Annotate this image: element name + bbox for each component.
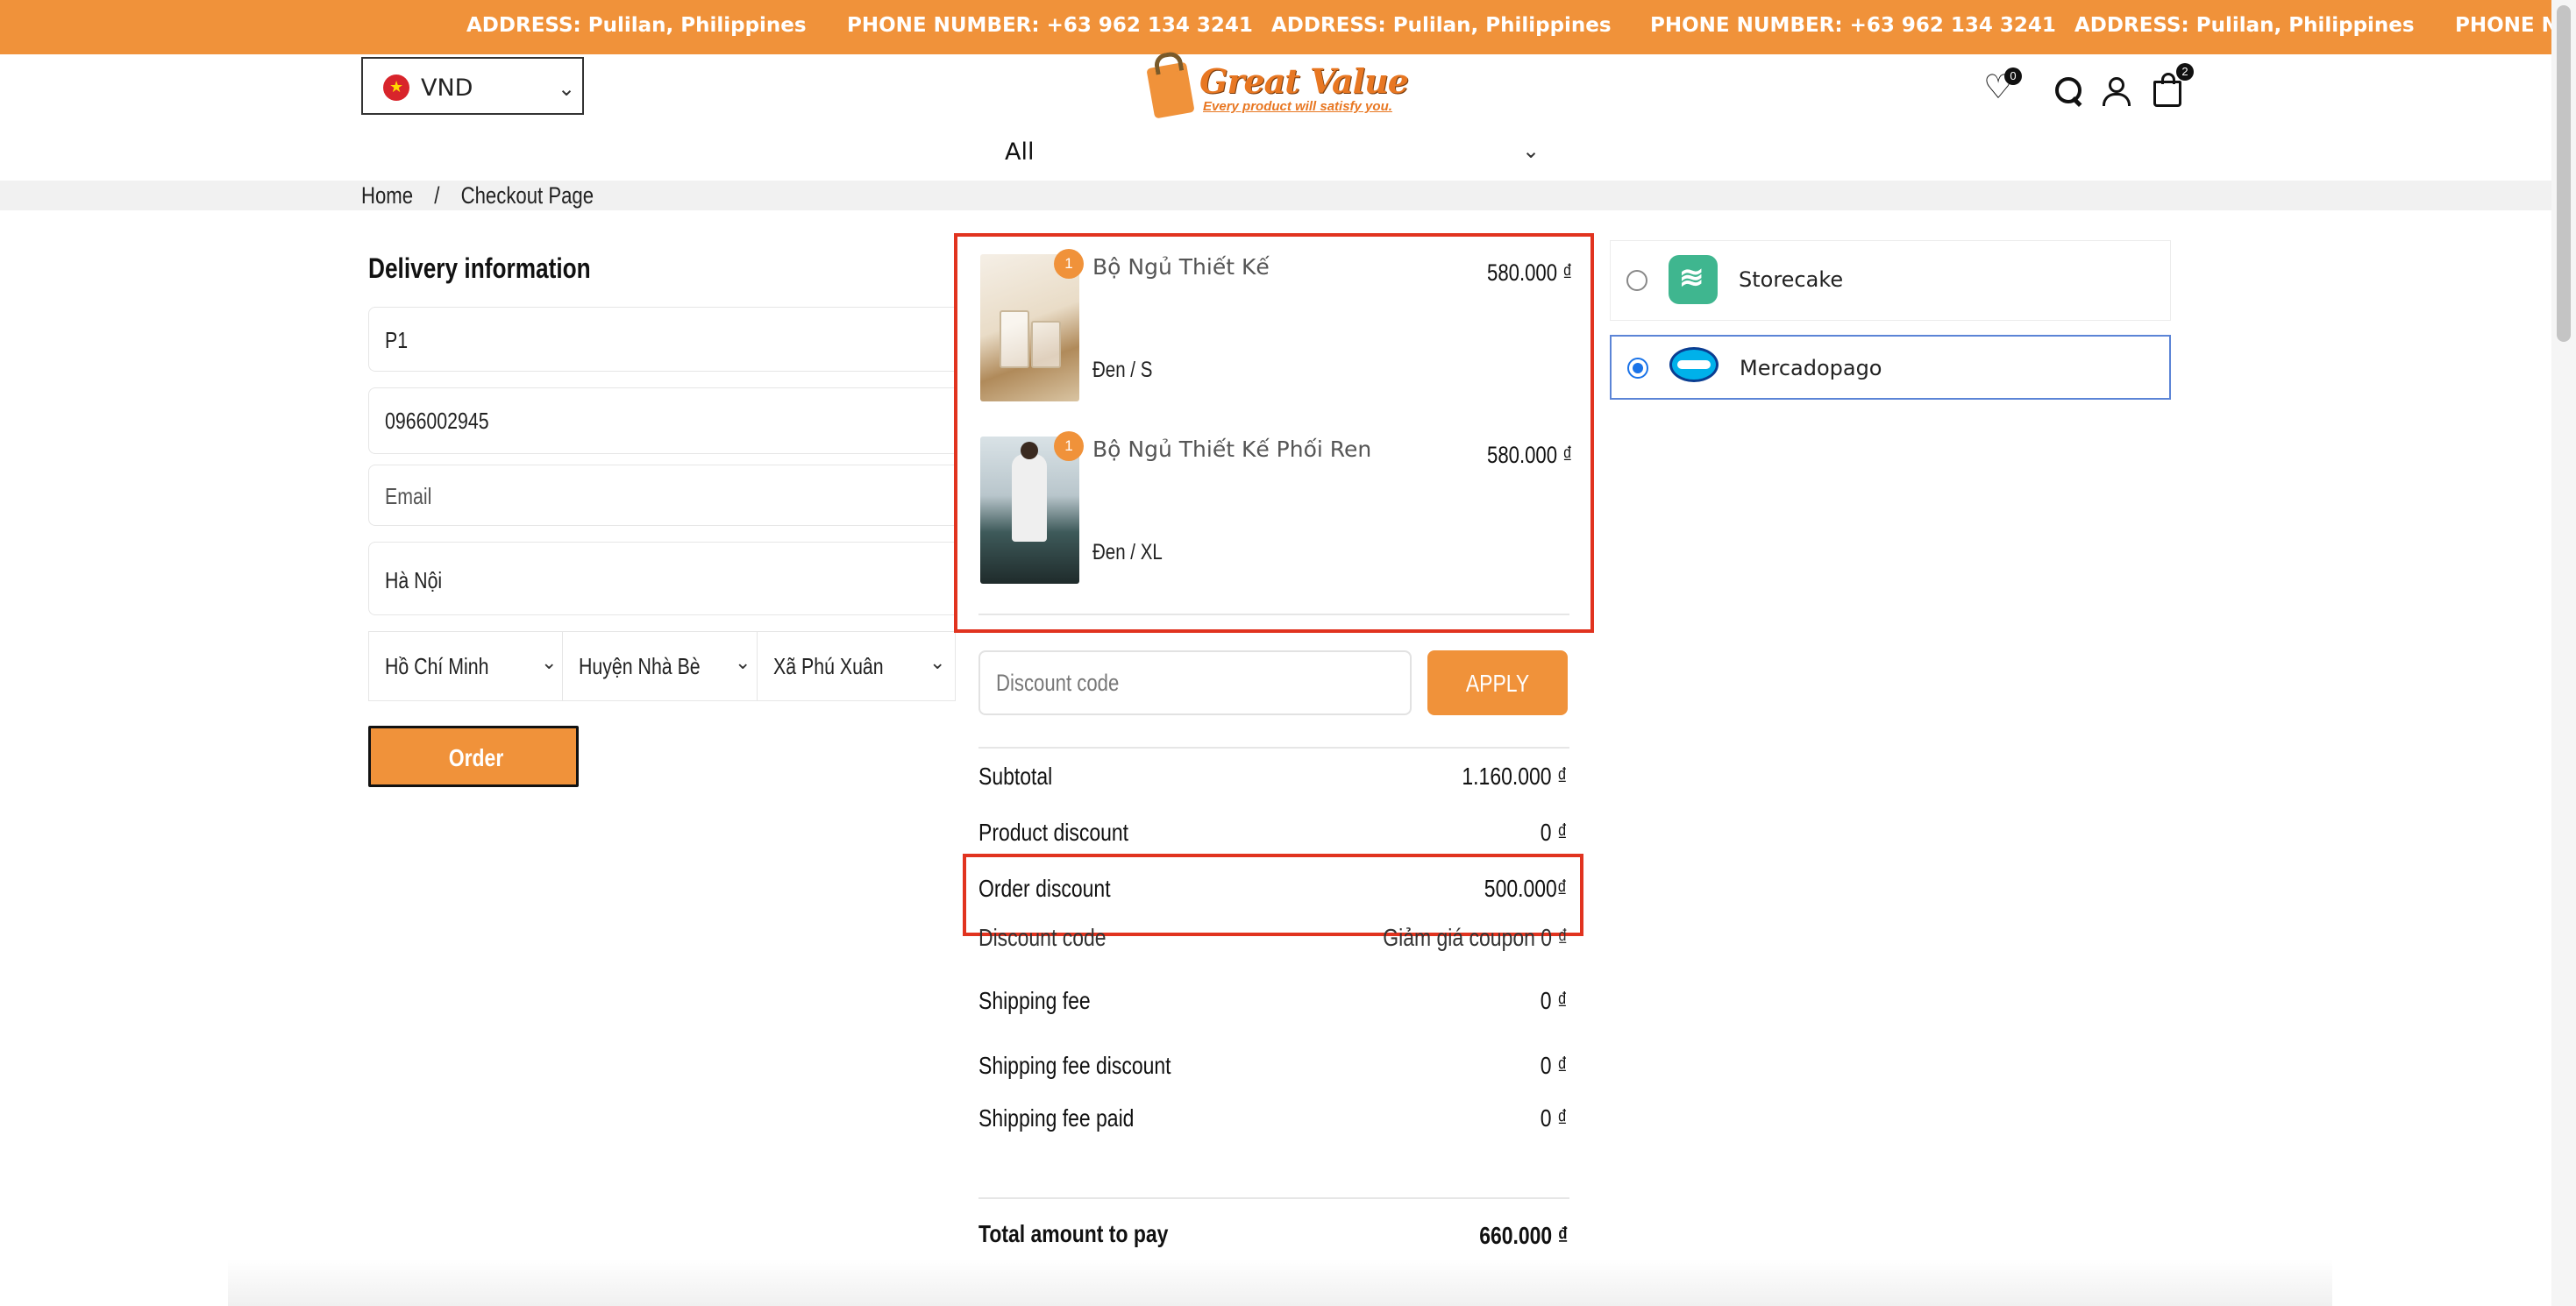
discount-code-value: Giảm giá coupon 0 ₫ [1383, 924, 1568, 951]
discount-placeholder: Discount code [996, 670, 1120, 696]
province-select[interactable]: Hồ Chí Minh ⌄ [368, 631, 563, 701]
product-price: 580.000 ₫ [1487, 442, 1573, 468]
address-text: ADDRESS: Pulilan, Philippines [466, 14, 807, 37]
shopping-bag-logo-icon [1146, 61, 1195, 119]
logo-tagline: Every product will satisfy you. [1203, 99, 1392, 114]
category-label: All [1005, 138, 1035, 166]
subtotal-label: Subtotal [978, 763, 1053, 790]
discount-code-label: Discount code [978, 924, 1107, 951]
email-field[interactable]: Email [368, 465, 956, 526]
divider [978, 1197, 1569, 1199]
product-variant: Đen / S [1092, 358, 1153, 382]
account-icon[interactable] [2103, 77, 2131, 106]
product-variant: Đen / XL [1092, 540, 1163, 564]
email-placeholder: Email [385, 483, 432, 509]
apply-button[interactable]: APPLY [1427, 650, 1568, 715]
subtotal-value: 1.160.000 ₫ [1462, 763, 1568, 790]
ward-value: Xã Phú Xuân [773, 653, 884, 679]
order-button-label: Order [448, 744, 504, 771]
scrollbar-thumb[interactable] [2557, 5, 2571, 342]
shipping-fee-paid-label: Shipping fee paid [978, 1104, 1135, 1132]
quantity-badge: 1 [1054, 431, 1084, 461]
district-value: Huyện Nhà Bè [579, 653, 701, 679]
chevron-down-icon: ⌄ [558, 77, 576, 101]
breadcrumb-separator: / [434, 182, 440, 209]
address-value: Hà Nội [385, 567, 443, 593]
breadcrumb-current: Checkout Page [460, 182, 594, 209]
category-selector[interactable]: All ⌄ [1003, 138, 1547, 174]
apply-button-label: APPLY [1465, 670, 1530, 697]
product-price: 580.000 ₫ [1487, 259, 1573, 286]
province-value: Hồ Chí Minh [385, 653, 489, 679]
total-label: Total amount to pay [978, 1220, 1169, 1247]
address-field[interactable]: Hà Nội [368, 542, 956, 615]
phone-text: PHONE NUMBER: +63 962 134 3241 [847, 14, 1253, 37]
payment-option-storecake[interactable]: ≋ Storecake [1610, 240, 2171, 321]
ward-select[interactable]: Xã Phú Xuân ⌄ [758, 631, 956, 701]
product-discount-value: 0 ₫ [1541, 819, 1568, 846]
product-discount-label: Product discount [978, 819, 1129, 846]
vietnam-flag-icon: ★ [383, 75, 409, 101]
shipping-fee-discount-value: 0 ₫ [1541, 1052, 1568, 1079]
payment-radio[interactable] [1626, 270, 1647, 291]
payment-option-mercadopago[interactable]: Mercadopago [1610, 335, 2171, 400]
divider [978, 614, 1569, 615]
storecake-logo-icon: ≋ [1669, 255, 1718, 304]
shipping-fee-value: 0 ₫ [1541, 987, 1568, 1014]
payment-name: Storecake [1739, 267, 1844, 292]
product-name: Bộ Ngủ Thiết Kế [1092, 254, 1270, 280]
address-text: ADDRESS: Pulilan, Philippines [2074, 14, 2415, 37]
total-value: 660.000 ₫ [1478, 1222, 1568, 1249]
phone-field[interactable]: 0966002945 [368, 387, 956, 454]
order-discount-label: Order discount [978, 875, 1111, 902]
name-field[interactable]: P1 [368, 307, 956, 372]
name-value: P1 [385, 327, 409, 353]
address-text: ADDRESS: Pulilan, Philippines [1271, 14, 1612, 37]
cart-bag-icon[interactable] [2153, 73, 2181, 107]
logo-name: Great Value [1199, 61, 1409, 101]
currency-code: VND [421, 75, 473, 102]
cart-count-badge: 2 [2176, 63, 2194, 81]
divider [978, 747, 1569, 749]
currency-selector[interactable]: ★ VND ⌄ [361, 57, 584, 115]
product-name: Bộ Ngủ Thiết Kế Phối Ren [1092, 437, 1372, 462]
chevron-down-icon: ⌄ [929, 651, 946, 673]
phone-value: 0966002945 [385, 408, 489, 434]
order-button[interactable]: Order [368, 726, 579, 787]
chevron-down-icon: ⌄ [735, 651, 751, 673]
breadcrumb-home[interactable]: Home [361, 182, 413, 209]
discount-code-input[interactable]: Discount code [978, 650, 1412, 715]
payment-radio-selected[interactable] [1627, 358, 1648, 379]
quantity-badge: 1 [1054, 249, 1084, 279]
footer-edge [228, 1259, 2332, 1306]
breadcrumb: Home / Checkout Page [361, 182, 609, 209]
order-discount-value: 500.000₫ [1484, 875, 1568, 902]
wishlist-count-badge: 0 [2004, 67, 2022, 85]
search-icon-handle [2071, 96, 2082, 108]
shipping-fee-discount-label: Shipping fee discount [978, 1052, 1171, 1079]
payment-name: Mercadopago [1740, 356, 1882, 380]
store-logo[interactable]: Great Value Every product will satisfy y… [1145, 58, 1409, 126]
chevron-down-icon: ⌄ [541, 651, 558, 673]
district-select[interactable]: Huyện Nhà Bè ⌄ [563, 631, 758, 701]
top-info-bar: ADDRESS: Pulilan, Philippines PHONE NUMB… [0, 0, 2576, 54]
shipping-fee-paid-value: 0 ₫ [1541, 1104, 1568, 1132]
phone-text: PHONE NUMBER: +63 962 134 3241 [1650, 14, 2056, 37]
shipping-fee-label: Shipping fee [978, 987, 1091, 1014]
mercadopago-handshake-icon [1669, 347, 1719, 382]
chevron-down-icon: ⌄ [1522, 139, 1541, 163]
delivery-title: Delivery information [368, 252, 591, 284]
